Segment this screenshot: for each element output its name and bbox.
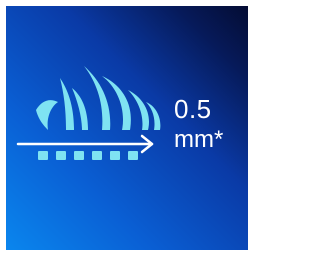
length-value-label: 0.5 mm* [174,96,246,152]
arrow-right-icon [16,134,154,154]
length-unit: mm* [174,126,224,153]
image-frame: 0.5 mm* [0,0,254,256]
skin-dash-row [38,151,138,160]
hair-strand-4 [84,66,111,130]
length-value: 0.5 [174,94,212,124]
hair-strand-2 [60,78,74,130]
hair-strand-3 [72,88,88,130]
hair-strand-1 [36,100,58,130]
hair-length-badge: 0.5 mm* [6,6,248,250]
hair-strand-6 [128,90,150,130]
hair-strands [36,66,161,130]
